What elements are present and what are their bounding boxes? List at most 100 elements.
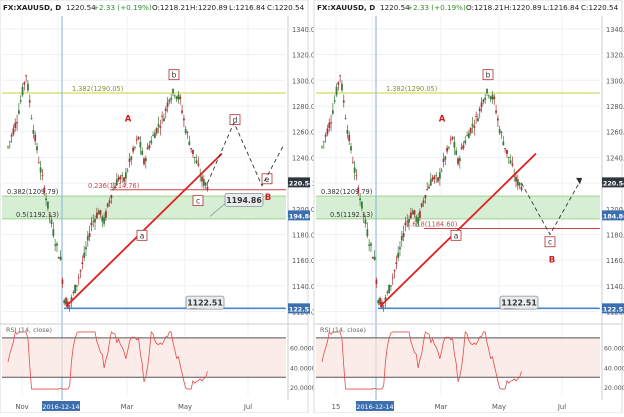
candle-body <box>126 170 129 172</box>
candle-body <box>65 297 67 305</box>
candle-body <box>507 156 510 158</box>
candle-body <box>520 186 523 190</box>
chart-panel-left: FX:XAUUSD, D 1220.54+2.33 (+0.19%) O:1218.… <box>0 0 319 414</box>
candle-body <box>97 211 100 215</box>
date-tag-label: 2016-12-14 <box>42 403 79 411</box>
candle-body <box>119 176 122 179</box>
candle-body <box>168 99 171 102</box>
candle-body <box>502 141 505 146</box>
candle-body <box>79 270 82 272</box>
candle-body <box>377 300 380 304</box>
candle-body <box>487 95 490 97</box>
candle-body <box>357 187 360 194</box>
candle-body <box>426 188 429 190</box>
candle-body <box>95 212 98 219</box>
candle-body <box>83 252 86 259</box>
rsi-label: RSI (14, close) <box>320 326 366 334</box>
candle-body <box>359 198 361 201</box>
wave-label-c: c <box>548 238 552 247</box>
candle-body <box>157 124 160 127</box>
candle-body <box>344 118 347 120</box>
candle-body <box>409 212 412 219</box>
candle-body <box>444 156 447 160</box>
wave-label-c: c <box>196 197 200 206</box>
candle-body <box>360 201 363 209</box>
candle-body <box>388 284 390 294</box>
candle-body <box>511 163 514 166</box>
rsi-tick-label: 40.0000 <box>290 365 316 372</box>
candle-body <box>175 96 178 99</box>
wave-label-b: b <box>486 71 491 80</box>
chart-panel-right: FX:XAUUSD, D 1220.54+2.33 (+0.19%) O:1218.… <box>313 0 624 414</box>
candle-body <box>417 217 420 224</box>
candle-body <box>500 132 503 134</box>
rsi-band <box>316 337 600 378</box>
candle-body <box>190 148 193 150</box>
candle-body <box>32 129 35 134</box>
candle-body <box>121 175 124 176</box>
x-tick-label: 15 <box>332 403 341 411</box>
candle-body <box>491 94 494 100</box>
candle-body <box>337 82 340 85</box>
candle-body <box>152 135 154 136</box>
wave-label-B: B <box>549 256 555 266</box>
rsi-label: RSI (14, close) <box>6 326 52 334</box>
candle-body <box>206 186 209 190</box>
candle-body <box>406 220 409 222</box>
candle-body <box>153 133 156 139</box>
candle-body <box>351 162 354 164</box>
candle-body <box>375 279 378 285</box>
candle-body <box>148 144 151 149</box>
candle-body <box>146 147 149 150</box>
candle-body <box>473 126 476 128</box>
candle-body <box>348 134 351 142</box>
candle-body <box>59 256 62 260</box>
candle-body <box>202 179 205 186</box>
rsi-tick-label: 60.0000 <box>290 346 316 353</box>
candle-body <box>321 146 323 148</box>
low-value: L:1216.84 <box>229 3 266 12</box>
candle-body <box>41 174 44 176</box>
low-value: L:1216.84 <box>543 3 580 12</box>
candle-body <box>331 110 334 114</box>
open-value: O:1218.21 <box>152 3 190 12</box>
close-value: C:1220.54 <box>267 3 305 12</box>
y-tick-label: 1280.00 <box>606 103 624 111</box>
candle-body <box>433 176 436 179</box>
candle-body <box>449 139 452 141</box>
candle-body <box>440 170 443 172</box>
candle-body <box>446 147 449 152</box>
last-price: 1220.54 <box>380 3 410 12</box>
candle-body <box>478 108 481 112</box>
rsi-tick-label: 20.0000 <box>290 385 316 392</box>
open-value: O:1218.21 <box>466 3 504 12</box>
candle-body <box>371 257 374 259</box>
candle-body <box>46 201 49 209</box>
x-tick-label: Mar <box>121 403 134 411</box>
chart-canvas: FX:XAUUSD, D 1220.54+2.33 (+0.19%) O:1218.… <box>0 0 624 414</box>
candle-body <box>413 210 416 215</box>
candle-body <box>475 115 478 117</box>
candle-body <box>34 134 37 142</box>
candle-body <box>90 222 93 226</box>
wave-label-b: b <box>172 71 177 80</box>
candle-body <box>155 127 158 134</box>
candle-body <box>373 256 376 260</box>
candle-body <box>518 182 521 186</box>
fib-label-0382: 0.382(1209.79) <box>7 188 58 196</box>
callout-top-value: 1194.86 <box>226 196 262 205</box>
candle-body <box>36 146 38 151</box>
callout-bottom-value: 1122.51 <box>501 299 537 308</box>
candle-body <box>353 167 356 173</box>
candle-body <box>451 136 454 140</box>
candle-body <box>170 97 173 100</box>
candle-body <box>56 243 58 246</box>
candle-body <box>506 149 508 155</box>
last-price: 1220.54 <box>66 3 96 12</box>
candle-body <box>181 110 183 113</box>
candle-body <box>23 82 26 85</box>
candle-body <box>135 139 138 141</box>
candle-body <box>63 300 66 304</box>
date-tag-label: 2016-12-14 <box>356 403 393 411</box>
candle-body <box>110 195 113 199</box>
